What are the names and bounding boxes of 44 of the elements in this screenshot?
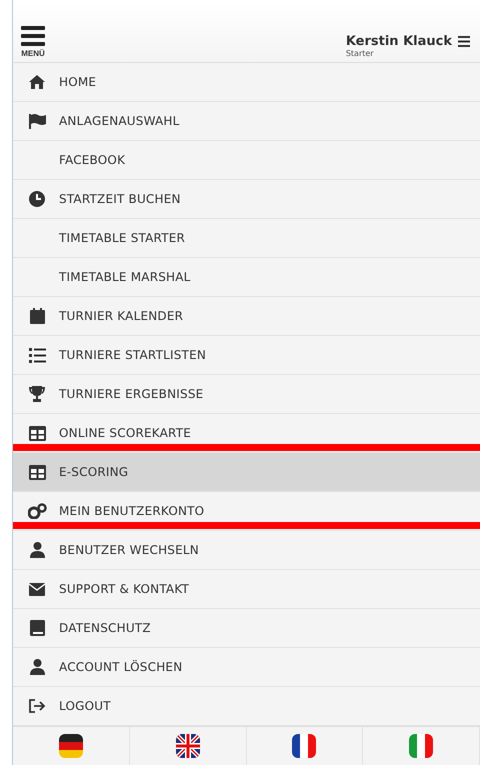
table-icon <box>28 426 46 440</box>
flag-icon <box>409 734 434 758</box>
menu-item[interactable]: FACEBOOK <box>13 141 480 180</box>
language-button[interactable] <box>13 727 130 765</box>
user-role: Starter <box>346 49 375 58</box>
menu-item[interactable]: BENUTZER WECHSELN <box>13 531 480 570</box>
list-icon <box>28 348 46 362</box>
user-icon <box>30 659 44 675</box>
menu-item[interactable]: ANLAGENAUSWAHL <box>13 102 480 141</box>
menu-item[interactable]: STARTZEIT BUCHEN <box>13 180 480 219</box>
clock-icon <box>29 191 45 207</box>
menu-item[interactable]: DATENSCHUTZ <box>13 609 480 648</box>
user-icon <box>30 542 44 558</box>
gears-icon <box>28 503 46 519</box>
menu-item[interactable]: E-SCORING <box>13 453 480 492</box>
menu-item[interactable]: ACCOUNT LÖSCHEN <box>13 648 480 687</box>
menu-item[interactable]: HOME <box>13 63 480 102</box>
home-icon <box>28 74 46 90</box>
book-icon <box>30 620 44 636</box>
flag-icon <box>28 114 46 128</box>
menu-item[interactable]: SUPPORT & KONTAKT <box>13 570 480 609</box>
menu-label: MENÜ <box>21 49 45 58</box>
menu-item[interactable]: TURNIERE ERGEBNISSE <box>13 375 480 414</box>
table-icon <box>28 464 46 480</box>
language-button[interactable] <box>130 727 246 765</box>
user-name: Kerstin Klauck <box>346 34 452 49</box>
calendar-icon <box>30 308 44 324</box>
menu-button[interactable]: MENÜ <box>21 25 45 58</box>
menu-item[interactable]: LOGOUT <box>13 687 480 726</box>
flag-icon <box>58 734 83 758</box>
menu-icon[interactable] <box>458 36 470 47</box>
menu-item[interactable]: MEIN BENUTZERKONTO <box>13 492 480 531</box>
trophy-icon <box>28 386 46 402</box>
flag-icon <box>176 734 200 758</box>
menu-item[interactable]: TURNIERE STARTLISTEN <box>13 336 480 375</box>
language-button[interactable] <box>246 727 364 765</box>
flag-icon <box>292 734 316 758</box>
menu-item[interactable]: TIMETABLE MARSHAL <box>13 258 480 297</box>
logout-icon <box>28 699 46 713</box>
menu-item[interactable]: TURNIER KALENDER <box>13 297 480 336</box>
envelope-icon <box>29 582 45 596</box>
menu-icon <box>21 25 45 47</box>
menu-item[interactable]: ONLINE SCOREKARTE <box>13 414 480 453</box>
menu-item[interactable]: TIMETABLE STARTER <box>13 219 480 258</box>
